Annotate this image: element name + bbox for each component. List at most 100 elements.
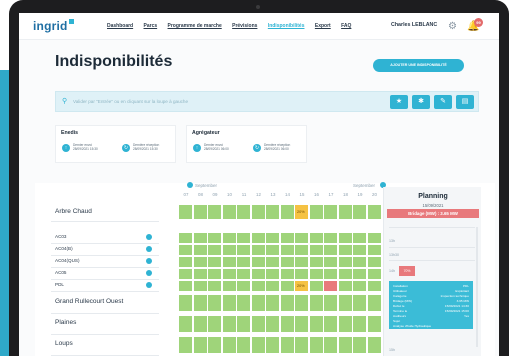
- calendar-cell[interactable]: [222, 281, 236, 291]
- file-icon[interactable]: ▤: [456, 95, 474, 109]
- star-icon[interactable]: ★: [390, 95, 408, 109]
- calendar-cell[interactable]: [179, 281, 192, 291]
- calendar-cell[interactable]: [251, 205, 265, 219]
- calendar-cell[interactable]: [208, 257, 221, 267]
- calendar-cell[interactable]: [179, 257, 192, 267]
- calendar-cell[interactable]: [266, 269, 279, 279]
- calendar-cell[interactable]: [222, 337, 236, 353]
- calendar-cell[interactable]: [280, 295, 294, 311]
- calendar-cell[interactable]: [295, 316, 308, 332]
- add-icon[interactable]: [146, 246, 152, 252]
- calendar-cell[interactable]: [353, 205, 366, 219]
- calendar-cell[interactable]: [324, 257, 337, 267]
- calendar-cell[interactable]: [237, 281, 250, 291]
- calendar-cell[interactable]: [309, 257, 323, 267]
- nav-programme[interactable]: Programme de marche: [168, 23, 222, 29]
- calendar-cell[interactable]: [338, 205, 352, 219]
- calendar-cell[interactable]: [266, 233, 279, 243]
- calendar-cell[interactable]: [280, 316, 294, 332]
- nav-faq[interactable]: FAQ: [341, 23, 351, 29]
- calendar-cell[interactable]: [251, 245, 265, 255]
- calendar-cell[interactable]: [280, 281, 294, 291]
- calendar-cell[interactable]: [280, 245, 294, 255]
- calendar-cell[interactable]: [179, 269, 192, 279]
- calendar-cell[interactable]: [193, 257, 207, 267]
- calendar-cell[interactable]: [295, 257, 308, 267]
- search-bar[interactable]: ⚲ Valider par "Entrée" ou en cliquant su…: [55, 91, 479, 112]
- calendar-cell[interactable]: [324, 281, 337, 291]
- calendar-cell[interactable]: [324, 245, 337, 255]
- calendar-cell[interactable]: [309, 233, 323, 243]
- calendar-cell[interactable]: [309, 281, 323, 291]
- calendar-cell[interactable]: [193, 245, 207, 255]
- calendar-cell[interactable]: [295, 337, 308, 353]
- calendar-cell[interactable]: [338, 269, 352, 279]
- calendar-cell[interactable]: [295, 233, 308, 243]
- calendar-cell[interactable]: [251, 269, 265, 279]
- calendar-cell[interactable]: [338, 295, 352, 311]
- unit-row-label[interactable]: AC03: [55, 234, 67, 239]
- park-row-label[interactable]: Loups: [55, 340, 73, 347]
- unit-row-label[interactable]: AC04(B): [55, 246, 73, 251]
- calendar-cell[interactable]: [353, 245, 366, 255]
- calendar-cell[interactable]: [309, 205, 323, 219]
- gear-icon[interactable]: ⚙: [448, 21, 457, 32]
- calendar-cell[interactable]: [353, 269, 366, 279]
- calendar-cell[interactable]: [295, 269, 308, 279]
- planning-scrollbar[interactable]: [476, 227, 478, 347]
- calendar-cell[interactable]: [309, 245, 323, 255]
- calendar-cell[interactable]: [222, 233, 236, 243]
- calendar-cell[interactable]: [324, 295, 337, 311]
- calendar-cell[interactable]: [237, 233, 250, 243]
- calendar-cell[interactable]: [367, 337, 381, 353]
- calendar-cell[interactable]: [237, 257, 250, 267]
- calendar-cell[interactable]: [251, 281, 265, 291]
- calendar-cell[interactable]: [222, 316, 236, 332]
- calendar-cell[interactable]: [295, 295, 308, 311]
- calendar-cell[interactable]: [367, 295, 381, 311]
- calendar-cell[interactable]: [179, 295, 192, 311]
- calendar-cell[interactable]: [222, 245, 236, 255]
- calendar-cell[interactable]: [309, 316, 323, 332]
- calendar-cell[interactable]: [367, 269, 381, 279]
- calendar-cell[interactable]: [179, 245, 192, 255]
- park-row-label[interactable]: Grand Rullecourt Ouest: [55, 298, 123, 305]
- calendar-cell[interactable]: [280, 257, 294, 267]
- run-icon[interactable]: ✱: [412, 95, 430, 109]
- user-name[interactable]: Charles LEBLANC: [391, 22, 437, 28]
- calendar-cell[interactable]: [324, 269, 337, 279]
- unit-row-label[interactable]: AC04(QUS): [55, 258, 80, 263]
- calendar-cell[interactable]: [324, 337, 337, 353]
- calendar-cell[interactable]: [208, 316, 221, 332]
- calendar-cell[interactable]: [266, 281, 279, 291]
- calendar-cell[interactable]: [367, 281, 381, 291]
- calendar-cell[interactable]: [280, 337, 294, 353]
- calendar-cell[interactable]: [353, 295, 366, 311]
- calendar-cell[interactable]: [309, 269, 323, 279]
- calendar-cell[interactable]: [266, 257, 279, 267]
- calendar-cell[interactable]: [367, 245, 381, 255]
- calendar-cell[interactable]: [324, 316, 337, 332]
- calendar-cell[interactable]: [251, 316, 265, 332]
- planning-event[interactable]: 70%: [399, 266, 415, 276]
- calendar-cell[interactable]: [353, 257, 366, 267]
- calendar-cell[interactable]: [193, 281, 207, 291]
- calendar-cell[interactable]: [193, 295, 207, 311]
- calendar-cell[interactable]: [237, 269, 250, 279]
- nav-previsions[interactable]: Prévisions: [232, 23, 257, 29]
- calendar-cell[interactable]: [353, 337, 366, 353]
- calendar-cell[interactable]: [179, 205, 192, 219]
- calendar-cell[interactable]: [367, 257, 381, 267]
- calendar-cell[interactable]: [179, 337, 192, 353]
- calendar-cell[interactable]: [179, 316, 192, 332]
- calendar-cell[interactable]: [251, 257, 265, 267]
- calendar-cell[interactable]: [367, 316, 381, 332]
- unit-row-label[interactable]: AC05: [55, 270, 67, 275]
- calendar-cell[interactable]: [208, 233, 221, 243]
- park-row-label[interactable]: Arbre Chaud: [55, 208, 92, 215]
- app-logo[interactable]: ingrid: [33, 19, 74, 33]
- calendar-cell[interactable]: [338, 316, 352, 332]
- park-row-label[interactable]: Plaines: [55, 319, 76, 326]
- calendar-cell[interactable]: [324, 205, 337, 219]
- calendar-cell[interactable]: [266, 337, 279, 353]
